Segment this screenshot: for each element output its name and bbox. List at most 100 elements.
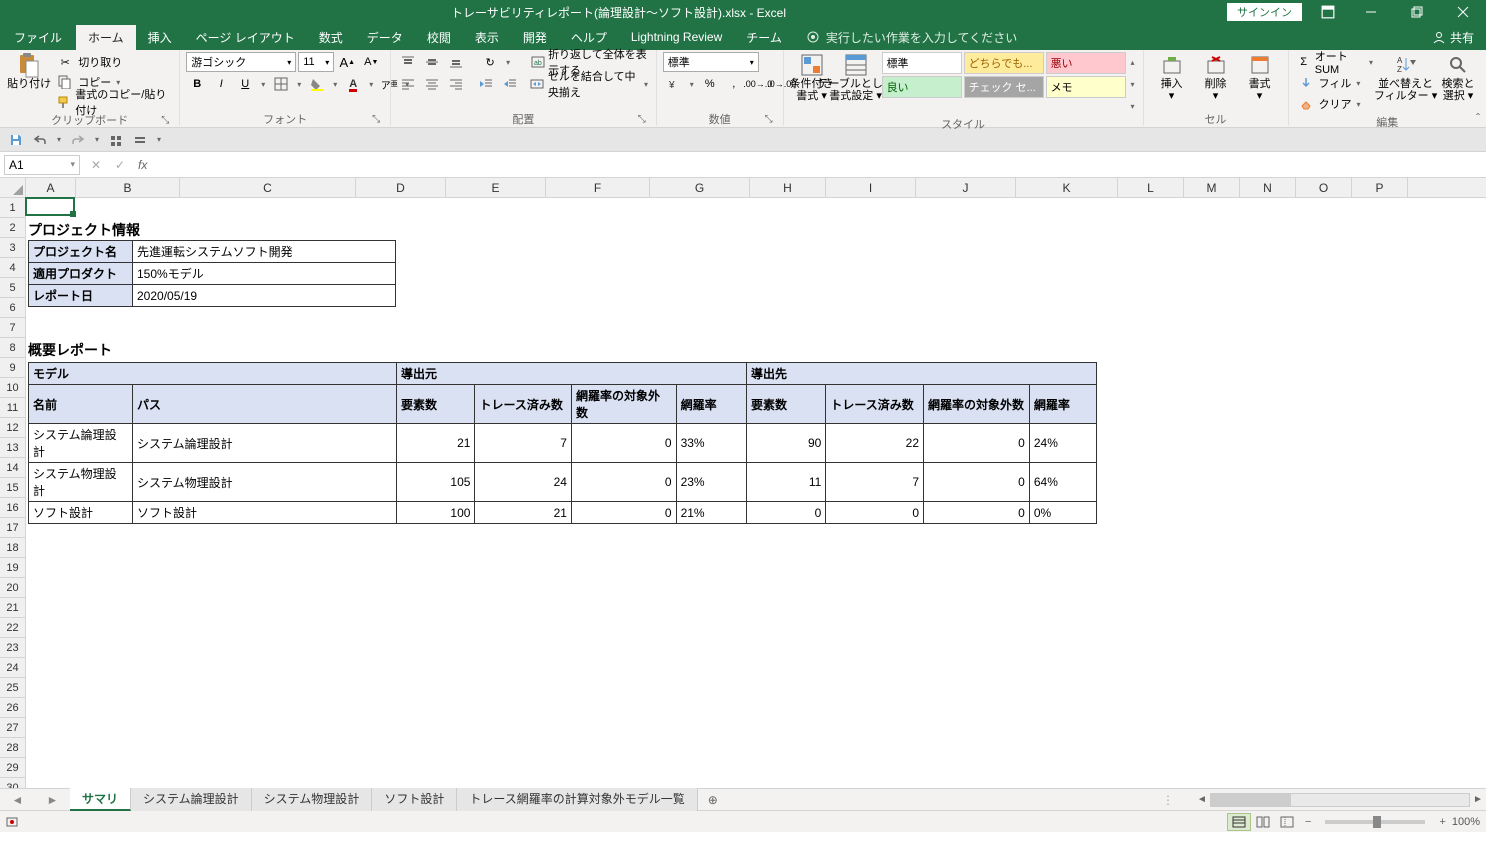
- tab-lightning-review[interactable]: Lightning Review: [619, 26, 734, 48]
- fx-icon[interactable]: fx: [132, 158, 153, 172]
- alignment-launcher-icon[interactable]: ⤡: [636, 114, 648, 126]
- row-header[interactable]: 24: [0, 658, 26, 678]
- column-header[interactable]: L: [1118, 178, 1184, 197]
- qat-custom1-icon[interactable]: [106, 130, 126, 150]
- close-button[interactable]: [1440, 0, 1486, 24]
- view-page-break-icon[interactable]: [1275, 813, 1299, 831]
- horizontal-scrollbar[interactable]: [1210, 793, 1470, 807]
- row-header[interactable]: 15: [0, 478, 26, 498]
- font-launcher-icon[interactable]: ⤡: [370, 114, 382, 126]
- sheet-tab[interactable]: サマリ: [70, 788, 131, 811]
- view-page-layout-icon[interactable]: [1251, 813, 1275, 831]
- tab-formulas[interactable]: 数式: [307, 25, 355, 50]
- style-bad[interactable]: 悪い: [1046, 52, 1126, 74]
- fill-dropdown-icon[interactable]: ▾: [1353, 73, 1363, 93]
- style-normal[interactable]: 標準: [882, 52, 962, 74]
- style-memo[interactable]: メモ: [1046, 76, 1126, 98]
- styles-scroll-down-icon[interactable]: ▾: [1128, 74, 1138, 94]
- orientation-icon[interactable]: ↻: [479, 52, 501, 72]
- sheet-nav-first-icon[interactable]: ◄: [12, 793, 24, 807]
- align-bottom-icon[interactable]: [445, 52, 467, 72]
- style-check[interactable]: チェック セ...: [964, 76, 1044, 98]
- row-header[interactable]: 16: [0, 498, 26, 518]
- select-all-button[interactable]: [0, 178, 26, 197]
- hscroll-left-icon[interactable]: ◄: [1194, 794, 1210, 805]
- fill-color-dropdown-icon[interactable]: ▾: [330, 74, 340, 94]
- column-header[interactable]: J: [916, 178, 1016, 197]
- border-button[interactable]: [270, 74, 292, 94]
- align-right-icon[interactable]: [445, 74, 467, 94]
- table-row[interactable]: モデル 導出元 導出先: [29, 363, 1097, 385]
- undo-dropdown-icon[interactable]: ▾: [54, 130, 64, 150]
- underline-button[interactable]: U: [234, 74, 256, 94]
- orientation-dropdown-icon[interactable]: ▾: [503, 52, 513, 72]
- row-header[interactable]: 29: [0, 758, 26, 778]
- redo-button[interactable]: [68, 130, 88, 150]
- tab-view[interactable]: 表示: [463, 25, 511, 50]
- column-header[interactable]: M: [1184, 178, 1240, 197]
- column-header[interactable]: B: [76, 178, 180, 197]
- font-name-select[interactable]: 游ゴシック▾: [186, 52, 296, 72]
- row-header[interactable]: 14: [0, 458, 26, 478]
- font-size-select[interactable]: 11▾: [298, 52, 334, 72]
- row-header[interactable]: 13: [0, 438, 26, 458]
- tab-home[interactable]: ホーム: [76, 25, 136, 50]
- increase-font-icon[interactable]: A▲: [336, 52, 358, 72]
- style-neutral[interactable]: どちらでも...: [964, 52, 1044, 74]
- align-left-icon[interactable]: [397, 74, 419, 94]
- hscroll-right-icon[interactable]: ►: [1470, 794, 1486, 805]
- clear-dropdown-icon[interactable]: ▾: [1354, 94, 1364, 114]
- row-header[interactable]: 28: [0, 738, 26, 758]
- column-header[interactable]: D: [356, 178, 446, 197]
- autosum-button[interactable]: Σオート SUM▾: [1295, 52, 1376, 72]
- column-header[interactable]: F: [546, 178, 650, 197]
- format-cells-button[interactable]: 書式 ▾: [1238, 52, 1282, 104]
- row-header[interactable]: 10: [0, 378, 26, 398]
- row-header[interactable]: 11: [0, 398, 26, 418]
- underline-dropdown-icon[interactable]: ▾: [258, 74, 268, 94]
- insert-cells-button[interactable]: 挿入 ▾: [1150, 52, 1194, 104]
- row-header[interactable]: 25: [0, 678, 26, 698]
- decrease-indent-icon[interactable]: [475, 74, 497, 94]
- font-color-dropdown-icon[interactable]: ▾: [366, 74, 376, 94]
- row-header[interactable]: 19: [0, 558, 26, 578]
- autosum-dropdown-icon[interactable]: ▾: [1367, 52, 1375, 72]
- row-header[interactable]: 26: [0, 698, 26, 718]
- row-header[interactable]: 6: [0, 298, 26, 318]
- zoom-thumb[interactable]: [1373, 816, 1381, 828]
- view-normal-icon[interactable]: [1227, 813, 1251, 831]
- column-header[interactable]: A: [26, 178, 76, 197]
- add-sheet-button[interactable]: ⊕: [698, 793, 728, 807]
- maximize-button[interactable]: [1394, 0, 1440, 24]
- column-header[interactable]: C: [180, 178, 356, 197]
- row-header[interactable]: 21: [0, 598, 26, 618]
- font-color-button[interactable]: A: [342, 74, 364, 94]
- row-header[interactable]: 5: [0, 278, 26, 298]
- redo-dropdown-icon[interactable]: ▾: [92, 130, 102, 150]
- decrease-font-icon[interactable]: A▼: [360, 52, 382, 72]
- align-top-icon[interactable]: [397, 52, 419, 72]
- accounting-format-icon[interactable]: ¥: [663, 74, 685, 94]
- format-as-table-button[interactable]: テーブルとして 書式設定 ▾: [834, 52, 878, 104]
- tab-page-layout[interactable]: ページ レイアウト: [184, 25, 307, 50]
- record-macro-icon[interactable]: [6, 816, 18, 828]
- ribbon-display-options-icon[interactable]: [1308, 5, 1348, 19]
- row-header[interactable]: 30: [0, 778, 26, 788]
- qat-custom2-icon[interactable]: [130, 130, 150, 150]
- column-header[interactable]: K: [1016, 178, 1118, 197]
- name-box[interactable]: A1: [4, 155, 80, 175]
- fill-button[interactable]: フィル▾: [1295, 73, 1376, 93]
- collapse-ribbon-icon[interactable]: ˆ: [1476, 111, 1480, 125]
- table-row[interactable]: ソフト設計ソフト設計10021021%0000%: [29, 502, 1097, 524]
- row-header[interactable]: 2: [0, 218, 26, 238]
- formula-cancel-icon[interactable]: ✕: [84, 158, 108, 172]
- column-header[interactable]: I: [826, 178, 916, 197]
- zoom-level[interactable]: 100%: [1452, 816, 1480, 828]
- align-middle-icon[interactable]: [421, 52, 443, 72]
- row-header[interactable]: 8: [0, 338, 26, 358]
- column-header[interactable]: H: [750, 178, 826, 197]
- row-header[interactable]: 27: [0, 718, 26, 738]
- sheet-tab[interactable]: ソフト設計: [372, 788, 457, 811]
- row-header[interactable]: 1: [0, 198, 26, 218]
- row-header[interactable]: 17: [0, 518, 26, 538]
